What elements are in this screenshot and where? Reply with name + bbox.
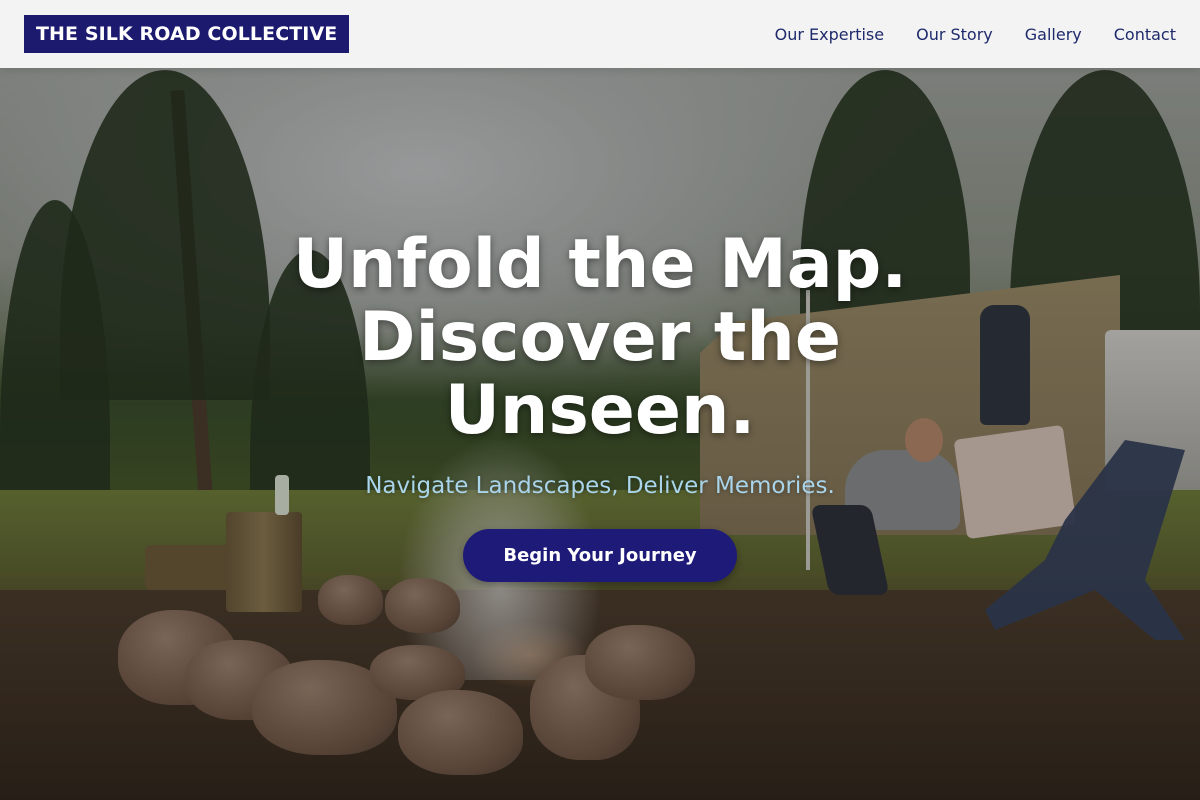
nav-link-our-expertise[interactable]: Our Expertise — [775, 25, 884, 44]
nav-link-our-story[interactable]: Our Story — [916, 25, 993, 44]
site-header: THE SILK ROAD COLLECTIVE Our Expertise O… — [0, 0, 1200, 68]
main-nav: Our Expertise Our Story Gallery Contact — [775, 25, 1176, 44]
begin-journey-button[interactable]: Begin Your Journey — [463, 529, 737, 582]
hero-headline-line-1: Unfold the Map. — [292, 225, 908, 304]
nav-link-gallery[interactable]: Gallery — [1025, 25, 1082, 44]
hero-headline-line-2: Discover the — [359, 298, 841, 377]
brand-logo[interactable]: THE SILK ROAD COLLECTIVE — [24, 15, 350, 53]
hero-headline: Unfold the Map. Discover the Unseen. — [250, 228, 950, 447]
hero-subheadline: Navigate Landscapes, Deliver Memories. — [365, 473, 835, 499]
nav-link-contact[interactable]: Contact — [1114, 25, 1176, 44]
hero-section: Unfold the Map. Discover the Unseen. Nav… — [0, 228, 1200, 582]
hero-headline-line-3: Unseen. — [444, 371, 756, 450]
